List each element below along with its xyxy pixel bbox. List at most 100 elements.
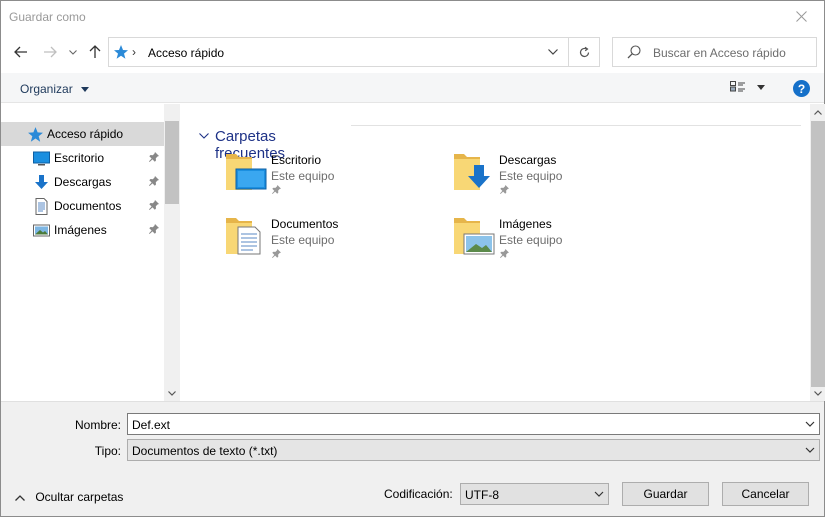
save-button[interactable]: Guardar [622,482,709,506]
chevron-down-icon[interactable] [803,417,817,431]
chevron-down-icon [199,133,209,139]
change-view-button[interactable] [730,81,746,98]
arrow-left-icon [14,46,27,58]
window-title: Guardar como [9,10,86,24]
folder-tile-desktop[interactable]: Escritorio Este equipo [226,150,446,206]
document-icon [35,198,48,215]
folder-tile-pictures[interactable]: Imágenes Este equipo [454,214,674,270]
forward-button[interactable] [40,39,60,65]
pin-icon [272,185,281,194]
arrow-right-icon [44,46,57,58]
content-scrollbar[interactable] [810,104,825,401]
pin-icon[interactable] [149,200,159,210]
desktop-folder-icon [226,154,267,190]
chevron-down-icon [548,49,558,55]
chevron-down-icon [168,390,176,396]
address-bar[interactable]: › Acceso rápido [108,37,600,67]
content-scrollbar-thumb[interactable] [811,121,825,387]
hide-folders-label: Ocultar carpetas [35,490,124,504]
cancel-button[interactable]: Cancelar [722,482,809,506]
scroll-down-button[interactable] [810,385,825,401]
chevron-down-icon [594,491,604,497]
name-label: Nombre: [74,418,121,432]
folder-name: Documentos [271,217,339,231]
folder-name: Descargas [499,153,557,167]
pin-icon[interactable] [149,224,159,234]
pin-icon[interactable] [149,176,159,186]
nav-item-quick-access[interactable]: Acceso rápido [1,122,164,146]
chevron-up-icon [814,109,822,115]
desktop-icon [33,151,50,166]
title-bar: Guardar como [1,1,824,31]
cancel-button-label: Cancelar [741,487,790,501]
scroll-down-button[interactable] [164,385,180,401]
nav-item-desktop[interactable]: Escritorio [1,146,164,170]
folder-tile-documents[interactable]: Documentos Este equipo [226,214,446,270]
search-placeholder: Buscar en Acceso rápido [653,46,786,60]
save-button-label: Guardar [643,487,688,501]
folder-name: Escritorio [271,153,322,167]
file-name-input[interactable]: Def.ext [127,413,820,435]
chevron-up-icon [15,494,25,501]
nav-item-label: Documentos [54,199,122,213]
folder-location: Este equipo [499,169,563,183]
group-divider [351,125,801,126]
caret-down-icon[interactable] [757,85,765,90]
help-button[interactable]: ? [793,80,810,97]
nav-item-downloads[interactable]: Descargas [1,170,164,194]
folder-tile-downloads[interactable]: Descargas Este equipo [454,150,674,206]
breadcrumb-location[interactable]: Acceso rápido [148,46,224,60]
nav-scrollbar[interactable] [164,104,180,401]
encoding-label: Codificación: [384,487,453,501]
address-dropdown-button[interactable] [539,38,567,66]
search-icon [627,45,641,59]
download-icon [35,175,48,189]
nav-item-pictures[interactable]: Imágenes [1,218,164,242]
chevron-down-icon [805,447,815,453]
nav-item-documents[interactable]: Documentos [1,194,164,218]
chevron-down-icon [814,390,822,396]
scroll-up-button[interactable] [810,104,825,120]
nav-item-label: Descargas [54,175,112,189]
encoding-select[interactable]: UTF-8 [460,483,609,505]
close-button[interactable] [778,1,824,31]
organize-label: Organizar [20,82,73,96]
folder-name: Imágenes [499,217,552,231]
nav-item-label: Escritorio [54,151,105,165]
file-name-value: Def.ext [132,418,171,432]
star-icon [114,45,128,59]
pin-icon [272,249,281,258]
back-button[interactable] [11,39,31,65]
view-details-icon [730,81,745,92]
content-pane: Carpetas frecuentes Escritorio Este equi… [181,104,810,401]
arrow-up-icon [89,45,101,58]
refresh-icon [579,46,590,57]
file-type-select[interactable]: Documentos de texto (*.txt) [127,439,820,461]
pin-icon [500,185,509,194]
search-box[interactable]: Buscar en Acceso rápido [612,37,817,67]
pin-icon[interactable] [149,152,159,162]
nav-item-label: Acceso rápido [47,127,124,141]
folder-location: Este equipo [271,169,335,183]
caret-down-icon [81,87,90,93]
pin-icon [500,249,509,258]
organize-button[interactable]: Organizar [20,82,90,96]
help-icon: ? [797,81,806,96]
nav-scrollbar-thumb[interactable] [165,121,179,204]
type-label: Tipo: [94,444,121,458]
chevron-down-icon [69,49,77,55]
up-button[interactable] [86,39,104,65]
pictures-folder-icon [454,218,495,255]
star-icon [28,127,43,142]
hide-folders-button[interactable]: Ocultar carpetas [15,490,123,504]
save-options-panel: Nombre: Def.ext Tipo: Documentos de text… [1,401,824,516]
file-type-value: Documentos de texto (*.txt) [132,444,278,458]
folder-location: Este equipo [271,233,335,247]
refresh-button[interactable] [568,38,600,66]
breadcrumb-separator: › [132,45,136,59]
nav-item-label: Imágenes [54,223,107,237]
close-icon [795,10,807,22]
save-as-dialog: Guardar como › Acceso rápido Buscar en A… [0,0,825,517]
encoding-value: UTF-8 [465,488,499,502]
recent-locations-button[interactable] [67,39,79,65]
